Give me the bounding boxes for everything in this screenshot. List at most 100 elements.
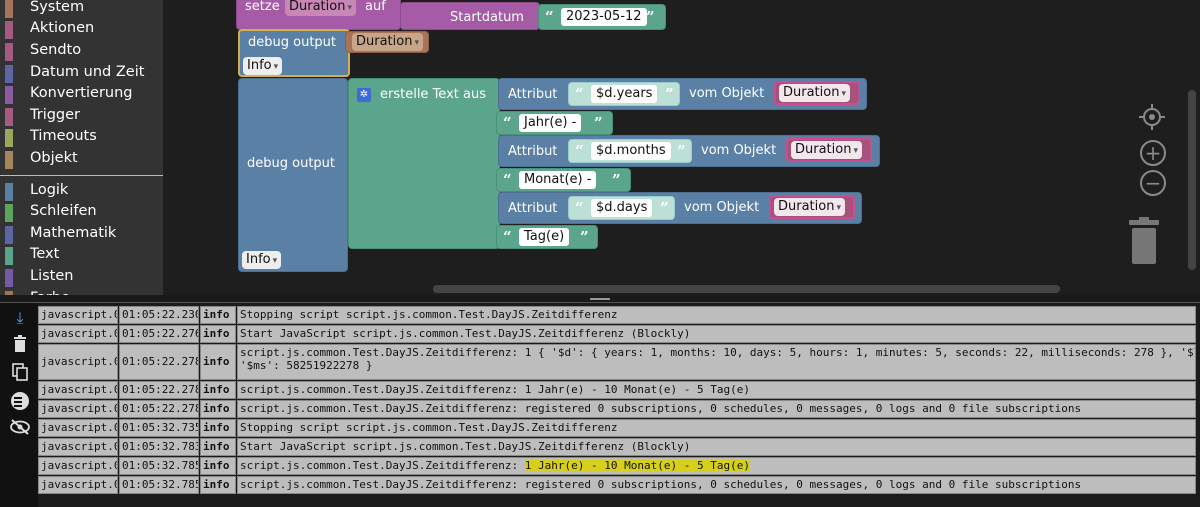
category-label: Aktionen: [30, 20, 95, 36]
toolbox-category-listen[interactable]: Listen: [0, 267, 163, 288]
log-message-cell: script.js.common.Test.DayJS.Zeitdifferen…: [237, 400, 1196, 418]
variable-block[interactable]: Duration ▾: [769, 195, 855, 219]
log-time-cell: 01:05:22.278: [119, 344, 199, 380]
center-target-icon[interactable]: [1138, 103, 1166, 131]
category-label: Listen: [30, 268, 74, 284]
variable-name: Duration: [795, 142, 852, 157]
toolbox-category-timeouts[interactable]: Timeouts: [0, 127, 163, 148]
toolbox-category-sendto[interactable]: Sendto: [0, 41, 163, 62]
category-label: Konvertierung: [30, 85, 133, 101]
workspace-vertical-scrollbar[interactable]: [1188, 90, 1196, 270]
zoom-in-icon[interactable]: +: [1140, 140, 1166, 166]
text-suffix-block[interactable]: “ Monat(e) - ”: [496, 168, 631, 192]
log-src-cell: javascript.0: [38, 400, 118, 418]
startdatum-string-block[interactable]: “ 2023-05-12 ”: [538, 4, 666, 30]
attribute-value[interactable]: $d.months: [591, 142, 671, 160]
set-suffix: auf: [365, 0, 386, 14]
attribute-string-block[interactable]: “ $d.days ”: [568, 196, 675, 220]
hide-eye-icon[interactable]: [9, 419, 31, 441]
toolbox-category-mathematik[interactable]: Mathematik: [0, 224, 163, 245]
category-label: Objekt: [30, 150, 78, 166]
open-quote-icon: “: [503, 114, 512, 132]
attribute-label: Attribut: [508, 201, 558, 216]
variable-dropdown[interactable]: Duration ▾: [774, 198, 845, 216]
log-src-cell: javascript.0: [38, 476, 118, 494]
category-label: Datum und Zeit: [30, 64, 145, 80]
category-label: Timeouts: [30, 128, 97, 144]
debug-output-block-selected[interactable]: debug output Info ▾: [238, 29, 350, 77]
log-table: javascript.0 01:05:22.230 info Stopping scr…: [38, 303, 1200, 507]
scroll-to-bottom-icon[interactable]: ⤓: [9, 307, 31, 329]
toolbox-category-objekt[interactable]: Objekt: [0, 149, 163, 170]
suffix-value[interactable]: Monat(e) -: [519, 171, 597, 189]
debug-level-dropdown[interactable]: Info ▾: [242, 251, 282, 269]
startdatum-value[interactable]: 2023-05-12: [561, 8, 647, 26]
text-join-block[interactable]: ✲ erstelle Text aus: [348, 78, 500, 249]
set-label: setze: [245, 0, 280, 14]
attribute-value[interactable]: $d.years: [591, 85, 658, 103]
text-join-label: erstelle Text aus: [380, 87, 486, 102]
blockly-workspace[interactable]: setze Duration ▾ auf Startdatum “ 2023-05…: [163, 0, 1200, 295]
category-label: Sendto: [30, 42, 82, 58]
suffix-value[interactable]: Tag(e): [519, 228, 570, 246]
dropdown-arrow-icon: ▾: [273, 62, 279, 72]
variable-dropdown[interactable]: Duration ▾: [352, 33, 423, 51]
toolbox-category-trigger[interactable]: Trigger: [0, 106, 163, 127]
variable-name: Duration: [778, 199, 835, 214]
toolbox-separator: [0, 175, 163, 176]
trash-icon[interactable]: [1126, 216, 1162, 266]
attribute-string-block[interactable]: “ $d.months ”: [568, 139, 692, 163]
toolbox-category-text[interactable]: Text: [0, 245, 163, 266]
log-time-cell: 01:05:32.783: [119, 438, 199, 456]
clear-log-icon[interactable]: [9, 335, 31, 357]
category-label: Mathematik: [30, 225, 117, 241]
toolbox-category-schleifen[interactable]: Schleifen: [0, 202, 163, 223]
splitter-handle[interactable]: [590, 298, 610, 300]
log-src-cell: javascript.0: [38, 325, 118, 343]
set-variable-block[interactable]: setze Duration ▾ auf: [236, 0, 401, 30]
log-message-cell: script.js.common.Test.DayJS.Zeitdifferen…: [237, 476, 1196, 494]
close-quote-icon: ”: [594, 114, 603, 132]
category-label: Trigger: [30, 107, 81, 123]
workspace-horizontal-scrollbar[interactable]: [433, 285, 1060, 293]
variable-block[interactable]: Duration ▾: [774, 81, 860, 105]
log-time-cell: 01:05:32.735: [119, 419, 199, 437]
attribute-string-block[interactable]: “ $d.years ”: [568, 82, 680, 106]
gear-icon[interactable]: ✲: [357, 88, 371, 102]
variable-name: Duration: [289, 0, 346, 14]
category-color-swatch: [5, 269, 13, 287]
debug-level-dropdown[interactable]: Info ▾: [243, 57, 283, 75]
variable-dropdown[interactable]: Duration ▾: [285, 0, 356, 16]
variable-get-block[interactable]: Duration ▾: [345, 31, 429, 53]
log-row: javascript.0 01:05:22.276 info Start JavaSc…: [38, 325, 1196, 343]
attribute-value[interactable]: $d.days: [591, 199, 653, 217]
log-message-cell: script.js.common.Test.DayJS.Zeitdifferen…: [237, 381, 1196, 399]
variable-block[interactable]: Duration ▾: [786, 138, 872, 162]
toolbox-category-konvertierung[interactable]: Konvertierung: [0, 84, 163, 105]
variable-dropdown[interactable]: Duration ▾: [779, 84, 850, 102]
toolbox-category-datum-und-zeit[interactable]: Datum und Zeit: [0, 63, 163, 84]
text-suffix-block[interactable]: “ Tag(e) ”: [496, 225, 598, 249]
copy-icon[interactable]: [9, 363, 31, 385]
toolbox-category-system[interactable]: System: [0, 0, 163, 19]
log-time-cell: 01:05:22.278: [119, 381, 199, 399]
zoom-out-icon[interactable]: −: [1140, 170, 1166, 196]
toggle-details-icon[interactable]: [9, 391, 31, 413]
panel-splitter[interactable]: [0, 295, 1200, 303]
category-color-swatch: [5, 0, 13, 18]
category-label: Text: [30, 246, 60, 262]
log-row: javascript.0 01:05:22.278 info script.js.co…: [38, 400, 1196, 418]
toolbox-category-aktionen[interactable]: Aktionen: [0, 19, 163, 40]
log-time-cell: 01:05:22.278: [119, 400, 199, 418]
text-suffix-block[interactable]: “ Jahr(e) - ”: [496, 111, 613, 135]
dropdown-arrow-icon: ▾: [347, 3, 352, 13]
suffix-value[interactable]: Jahr(e) -: [519, 114, 582, 132]
log-level-cell: info: [200, 325, 236, 343]
variable-dropdown[interactable]: Duration ▾: [791, 141, 862, 159]
startdatum-block[interactable]: Startdatum: [400, 2, 540, 30]
toolbox-category-logik[interactable]: Logik: [0, 181, 163, 202]
dropdown-arrow-icon: ▾: [414, 38, 419, 48]
log-row: javascript.0 01:05:32.783 info Start JavaSc…: [38, 438, 1196, 456]
category-color-swatch: [5, 129, 13, 147]
debug-output-block[interactable]: debug output Info ▾: [238, 78, 348, 272]
